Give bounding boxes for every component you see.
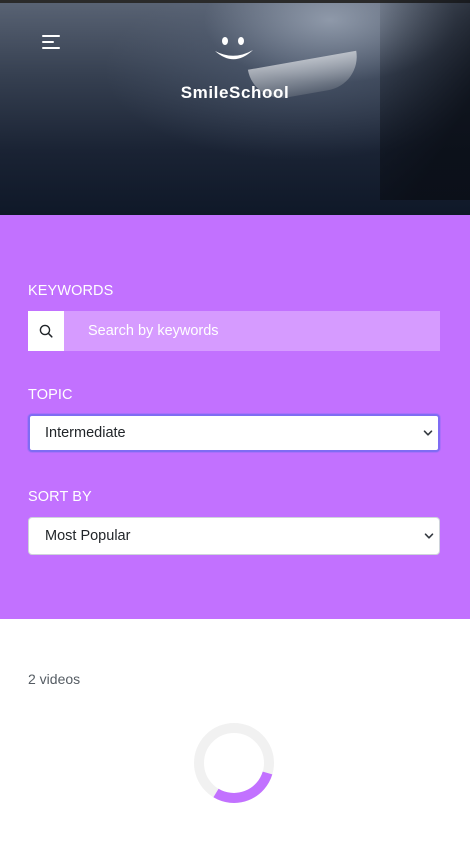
smile-face-icon [215,37,253,60]
search-icon [39,324,53,338]
topic-label: TOPIC [28,387,73,403]
search-icon-box[interactable] [28,311,64,351]
chevron-down-icon [424,533,434,539]
hero-header: SmileSchool [0,0,470,215]
keywords-search [28,311,440,351]
sort-by-label: SORT BY [28,489,92,505]
brand-name[interactable]: SmileSchool [0,83,470,103]
topic-selected-value: Intermediate [45,425,126,441]
loading-spinner-icon [194,723,274,803]
hamburger-icon[interactable] [42,35,62,51]
search-input[interactable] [64,311,440,351]
video-count: 2 videos [28,671,81,687]
sort-by-select[interactable]: Most Popular [28,517,440,555]
keywords-label: KEYWORDS [28,283,114,299]
sort-by-selected-value: Most Popular [45,528,131,544]
chevron-down-icon [423,430,433,436]
topic-select[interactable]: Intermediate [28,414,440,452]
filter-panel: KEYWORDS TOPIC Intermediate SORT BY Most… [0,215,470,619]
